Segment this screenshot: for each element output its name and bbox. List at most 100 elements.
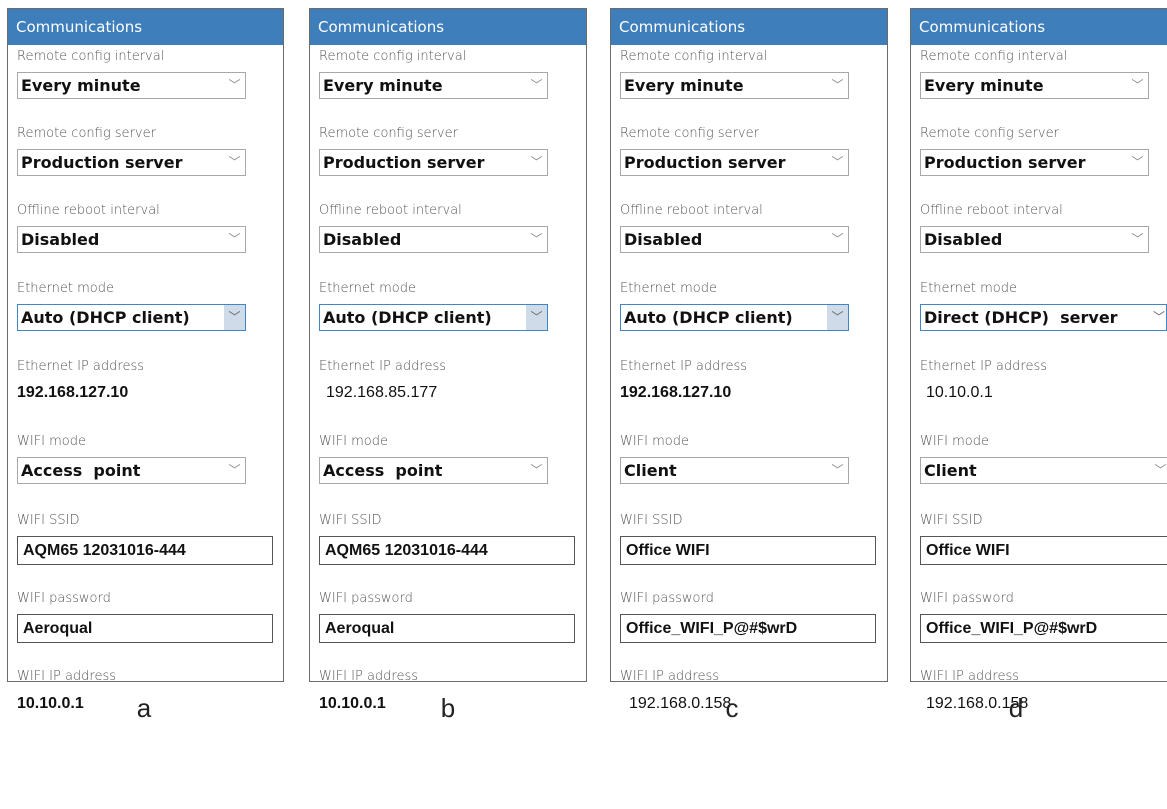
ethernet-ip-value: 10.10.0.1 — [926, 384, 993, 401]
wifi-ip-label: WIFI IP address — [620, 669, 720, 684]
chevron-down-icon[interactable]: ﹀ — [1127, 150, 1148, 175]
remote-config-interval-select[interactable]: Every minute ﹀ — [319, 72, 548, 99]
chevron-down-icon[interactable]: ﹀ — [224, 227, 245, 252]
chevron-down-icon[interactable]: ﹀ — [827, 73, 848, 98]
ethernet-mode-select[interactable]: Auto (DHCP client) ﹀ — [620, 304, 849, 331]
remote-config-server-select[interactable]: Production server ﹀ — [620, 149, 849, 176]
offline-reboot-interval-select[interactable]: Disabled ﹀ — [920, 226, 1149, 253]
remote-config-interval-label: Remote config interval — [319, 49, 467, 64]
wifi-mode-select[interactable]: Access point ﹀ — [319, 457, 548, 484]
offline-reboot-interval-select[interactable]: Disabled ﹀ — [17, 226, 246, 253]
panel-header: Communications — [911, 9, 1167, 45]
wifi-ip-label: WIFI IP address — [319, 669, 419, 684]
wifi-mode-label: WIFI mode — [620, 434, 689, 449]
remote-config-server-label: Remote config server — [319, 126, 458, 141]
wifi-password-input[interactable]: Aeroqual — [319, 614, 575, 643]
select-value: Disabled — [21, 230, 100, 249]
chevron-down-icon[interactable]: ﹀ — [224, 150, 245, 175]
wifi-ip-label: WIFI IP address — [17, 669, 117, 684]
remote-config-interval-label: Remote config interval — [620, 49, 768, 64]
select-value: Every minute — [323, 76, 443, 95]
ethernet-ip-value: 192.168.127.10 — [620, 384, 732, 401]
chevron-down-icon[interactable]: ﹀ — [526, 73, 547, 98]
panel-header: Communications — [8, 9, 283, 45]
remote-config-server-select[interactable]: Production server ﹀ — [319, 149, 548, 176]
remote-config-interval-select[interactable]: Every minute ﹀ — [620, 72, 849, 99]
communications-panel-c: Communications Remote config interval Ev… — [610, 8, 888, 712]
wifi-ssid-label: WIFI SSID — [319, 513, 382, 528]
wifi-password-input[interactable]: Aeroqual — [17, 614, 273, 643]
chevron-down-icon[interactable]: ﹀ — [827, 227, 848, 252]
ethernet-mode-select[interactable]: Direct (DHCP) server ﹀ — [920, 304, 1167, 331]
chevron-down-icon[interactable]: ﹀ — [224, 73, 245, 98]
wifi-password-input[interactable]: Office_WIFI_P@#$wrD — [920, 614, 1167, 643]
offline-reboot-interval-label: Offline reboot interval — [620, 203, 763, 218]
chevron-down-icon[interactable]: ﹀ — [526, 305, 547, 330]
select-value: Every minute — [624, 76, 744, 95]
wifi-ssid-input[interactable]: AQM65 12031016-444 — [17, 536, 273, 565]
select-value: Disabled — [323, 230, 402, 249]
chevron-down-icon[interactable]: ﹀ — [224, 305, 245, 330]
select-value: Direct (DHCP) server — [924, 308, 1118, 327]
ethernet-mode-label: Ethernet mode — [920, 281, 1017, 296]
wifi-ssid-input[interactable]: AQM65 12031016-444 — [319, 536, 575, 565]
select-value: Production server — [323, 153, 485, 172]
remote-config-interval-select[interactable]: Every minute ﹀ — [920, 72, 1149, 99]
remote-config-server-select[interactable]: Production server ﹀ — [920, 149, 1149, 176]
remote-config-interval-label: Remote config interval — [920, 49, 1068, 64]
select-value: Production server — [624, 153, 786, 172]
wifi-mode-select[interactable]: Client ﹀ — [920, 457, 1167, 484]
wifi-ssid-input[interactable]: Office WIFI — [920, 536, 1167, 565]
communications-panel-b: Communications Remote config interval Ev… — [309, 8, 587, 712]
wifi-mode-label: WIFI mode — [319, 434, 388, 449]
select-value: Disabled — [624, 230, 703, 249]
wifi-mode-select[interactable]: Access point ﹀ — [17, 457, 246, 484]
chevron-down-icon[interactable]: ﹀ — [1150, 458, 1167, 483]
chevron-down-icon[interactable]: ﹀ — [526, 458, 547, 483]
remote-config-server-label: Remote config server — [17, 126, 156, 141]
wifi-ssid-label: WIFI SSID — [17, 513, 80, 528]
remote-config-interval-select[interactable]: Every minute ﹀ — [17, 72, 246, 99]
communications-panel-a: Communications Remote config interval Ev… — [7, 8, 284, 712]
chevron-down-icon[interactable]: ﹀ — [1127, 73, 1148, 98]
ethernet-ip-label: Ethernet IP address — [920, 359, 1048, 374]
wifi-ip-value: 10.10.0.1 — [319, 695, 386, 712]
chevron-down-icon[interactable]: ﹀ — [1127, 227, 1148, 252]
chevron-down-icon[interactable]: ﹀ — [1152, 305, 1166, 330]
remote-config-server-select[interactable]: Production server ﹀ — [17, 149, 246, 176]
wifi-ssid-label: WIFI SSID — [620, 513, 683, 528]
ethernet-mode-label: Ethernet mode — [17, 281, 114, 296]
ethernet-mode-select[interactable]: Auto (DHCP client) ﹀ — [319, 304, 548, 331]
offline-reboot-interval-select[interactable]: Disabled ﹀ — [319, 226, 548, 253]
select-value: Auto (DHCP client) — [323, 308, 492, 327]
wifi-ip-value: 10.10.0.1 — [17, 695, 84, 712]
offline-reboot-interval-select[interactable]: Disabled ﹀ — [620, 226, 849, 253]
chevron-down-icon[interactable]: ﹀ — [224, 458, 245, 483]
wifi-password-label: WIFI password — [620, 591, 714, 606]
wifi-ssid-input[interactable]: Office WIFI — [620, 536, 876, 565]
ethernet-mode-label: Ethernet mode — [620, 281, 717, 296]
wifi-ssid-label: WIFI SSID — [920, 513, 983, 528]
wifi-password-input[interactable]: Office_WIFI_P@#$wrD — [620, 614, 876, 643]
ethernet-ip-label: Ethernet IP address — [620, 359, 748, 374]
ethernet-mode-label: Ethernet mode — [319, 281, 416, 296]
chevron-down-icon[interactable]: ﹀ — [827, 150, 848, 175]
panel-letter-b: b — [440, 693, 456, 723]
panel-letter-d: d — [1008, 693, 1024, 723]
ethernet-ip-label: Ethernet IP address — [319, 359, 447, 374]
wifi-ip-label: WIFI IP address — [920, 669, 1020, 684]
chevron-down-icon[interactable]: ﹀ — [827, 458, 848, 483]
wifi-mode-select[interactable]: Client ﹀ — [620, 457, 849, 484]
chevron-down-icon[interactable]: ﹀ — [526, 150, 547, 175]
ethernet-ip-value: 192.168.85.177 — [326, 384, 438, 401]
remote-config-server-label: Remote config server — [620, 126, 759, 141]
select-value: Every minute — [924, 76, 1044, 95]
ethernet-ip-value: 192.168.127.10 — [17, 384, 129, 401]
remote-config-interval-label: Remote config interval — [17, 49, 165, 64]
chevron-down-icon[interactable]: ﹀ — [827, 305, 848, 330]
select-value: Production server — [21, 153, 183, 172]
wifi-password-label: WIFI password — [319, 591, 413, 606]
chevron-down-icon[interactable]: ﹀ — [526, 227, 547, 252]
wifi-mode-label: WIFI mode — [17, 434, 86, 449]
ethernet-mode-select[interactable]: Auto (DHCP client) ﹀ — [17, 304, 246, 331]
